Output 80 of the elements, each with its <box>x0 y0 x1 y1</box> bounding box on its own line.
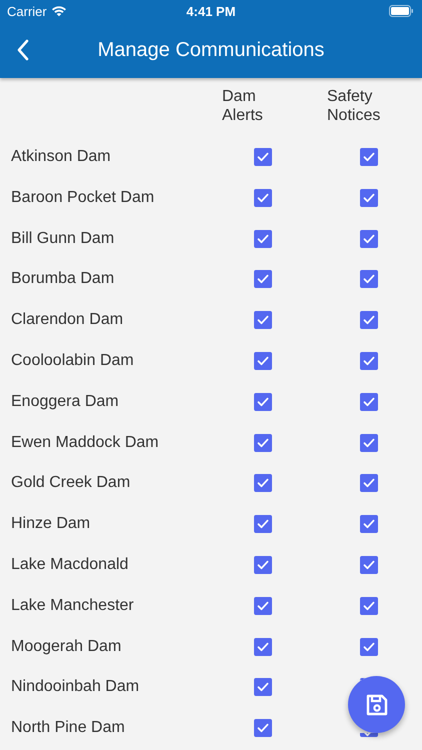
dam-name: Baroon Pocket Dam <box>10 188 156 207</box>
checkbox[interactable] <box>254 596 272 615</box>
check-icon <box>257 315 269 326</box>
dam-name: Atkinson Dam <box>10 148 112 166</box>
check-icon <box>363 274 375 284</box>
check-icon <box>363 438 375 448</box>
check-icon <box>257 478 269 488</box>
checkbox[interactable] <box>254 311 272 330</box>
chevron-left-icon <box>16 39 30 61</box>
check-icon <box>257 234 269 244</box>
checkbox[interactable] <box>254 270 272 288</box>
dam-name: Nindooinbah Dam <box>10 678 140 696</box>
checkbox[interactable] <box>254 474 272 492</box>
status-time: 4:41 PM <box>186 4 236 18</box>
check-icon <box>257 152 269 162</box>
checkbox[interactable] <box>360 515 378 534</box>
battery-icon <box>389 5 414 17</box>
check-icon <box>363 152 375 162</box>
check-icon <box>363 642 375 652</box>
check-icon <box>363 519 375 530</box>
screen-title: Manage Communications <box>98 38 324 62</box>
checkbox[interactable] <box>254 230 272 248</box>
dam-name: Lake Manchester <box>10 596 135 615</box>
dam-name: Ewen Maddock Dam <box>10 434 160 452</box>
check-icon <box>363 192 375 203</box>
check-icon <box>257 600 269 611</box>
checkbox[interactable] <box>360 556 378 574</box>
checkbox[interactable] <box>254 678 272 696</box>
dam-name: Borumba Dam <box>10 270 116 288</box>
carrier-label: Carrier <box>7 4 47 18</box>
checkbox[interactable] <box>254 392 272 411</box>
check-icon <box>257 356 269 366</box>
checkbox[interactable] <box>254 352 272 370</box>
checkbox[interactable] <box>360 638 378 656</box>
dam-name: Hinze Dam <box>10 515 92 534</box>
check-icon <box>257 274 269 284</box>
checkbox[interactable] <box>360 352 378 370</box>
check-icon <box>363 478 375 488</box>
checkbox[interactable] <box>254 148 272 166</box>
dam-name: Bill Gunn Dam <box>10 230 116 248</box>
checkbox[interactable] <box>360 311 378 330</box>
checkbox[interactable] <box>360 474 378 492</box>
dam-name: Enoggera Dam <box>10 392 120 411</box>
dam-name: Clarendon Dam <box>10 311 124 330</box>
dam-name: North Pine Dam <box>10 719 126 738</box>
checkbox[interactable] <box>360 596 378 615</box>
dam-name: Lake Macdonald <box>10 556 130 574</box>
check-icon <box>363 356 375 366</box>
save-button[interactable] <box>348 676 405 733</box>
check-icon <box>363 560 375 570</box>
checkbox[interactable] <box>360 188 378 207</box>
checkbox[interactable] <box>360 230 378 248</box>
check-icon <box>257 438 269 448</box>
check-icon <box>257 396 269 407</box>
checkbox[interactable] <box>254 719 272 738</box>
checkbox[interactable] <box>360 434 378 452</box>
check-icon <box>363 600 375 611</box>
column-header: Safety Notices <box>326 87 382 126</box>
dam-name: Gold Creek Dam <box>10 474 132 492</box>
check-icon <box>257 723 269 734</box>
checkbox[interactable] <box>254 434 272 452</box>
column-header: Dam Alerts <box>221 87 264 126</box>
check-icon <box>257 192 269 203</box>
check-icon <box>257 682 269 692</box>
checkbox[interactable] <box>254 638 272 656</box>
checkbox[interactable] <box>360 270 378 288</box>
wifi-icon <box>50 5 67 17</box>
check-icon <box>257 519 269 530</box>
check-icon <box>363 315 375 326</box>
checkbox[interactable] <box>360 392 378 411</box>
checkbox[interactable] <box>254 515 272 534</box>
dam-name: Cooloolabin Dam <box>10 352 135 370</box>
check-icon <box>257 642 269 652</box>
dam-name: Moogerah Dam <box>10 638 122 656</box>
checkbox[interactable] <box>360 148 378 166</box>
check-icon <box>363 396 375 407</box>
check-icon <box>363 234 375 244</box>
checkbox[interactable] <box>254 556 272 574</box>
check-icon <box>257 560 269 570</box>
checkbox[interactable] <box>254 188 272 207</box>
